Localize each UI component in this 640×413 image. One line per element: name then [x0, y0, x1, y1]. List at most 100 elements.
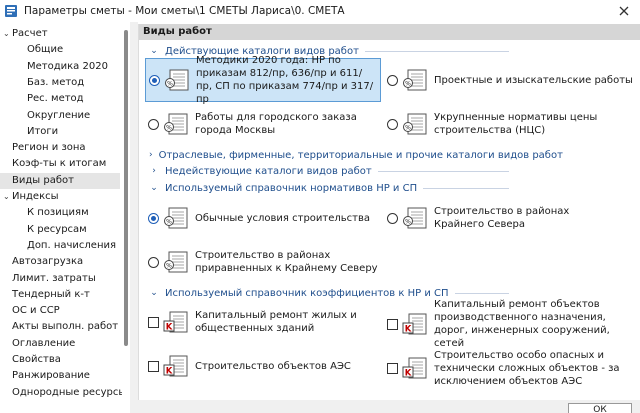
section-label: Используемый справочник нормативов НР и … [165, 182, 418, 194]
svg-text:%: % [166, 219, 172, 226]
chevron-down-icon: ⌄ [150, 183, 158, 193]
option-dangerous-objects[interactable]: K Строительство особо опасных и техничес… [387, 348, 637, 388]
sidebar-item[interactable]: Баз. метод [27, 75, 84, 91]
radio-button[interactable] [148, 256, 159, 268]
checkbox[interactable] [387, 362, 398, 374]
sidebar-item[interactable]: Методика 2020 [27, 59, 108, 75]
sidebar-item[interactable]: Однородные ресурсы [12, 385, 126, 401]
svg-text:%: % [166, 263, 172, 270]
section-divider [364, 50, 509, 52]
option-moscow[interactable]: % Работы для городского заказа города Мо… [148, 110, 384, 138]
coefficient-doc-icon: K [402, 313, 427, 335]
calc-doc-icon: % [403, 113, 427, 135]
section-divider [454, 292, 509, 294]
dialog-footer: ОК [138, 400, 640, 413]
svg-text:K: K [166, 323, 173, 333]
svg-text:%: % [167, 81, 173, 88]
calc-doc-icon: % [164, 207, 188, 229]
sidebar-item[interactable]: Округление [27, 108, 90, 124]
app-icon [5, 5, 17, 17]
chevron-down-icon[interactable]: ⌄ [3, 189, 10, 205]
calc-doc-icon: % [165, 69, 189, 91]
option-label: Обычные условия строительства [195, 212, 371, 224]
option-label: Проектные и изыскательские работы [434, 74, 633, 86]
scrollbar-thumb[interactable] [124, 30, 128, 346]
checkbox[interactable] [387, 318, 398, 330]
checkbox[interactable] [148, 360, 159, 372]
option-design-survey[interactable]: % Проектные и изыскательские работы [387, 66, 637, 94]
radio-button[interactable] [149, 74, 160, 86]
sidebar-item[interactable]: Акты выполн. работ [12, 319, 118, 335]
window-title: Параметры сметы - Мои сметы\1 СМЕТЫ Лари… [24, 5, 345, 17]
option-capital-housing[interactable]: K Капитальный ремонт жилых и общественны… [148, 308, 384, 336]
section-divider [377, 170, 509, 172]
close-icon[interactable] [616, 3, 632, 19]
splitter[interactable] [130, 22, 138, 413]
sidebar-item[interactable]: Оглавление [12, 336, 75, 352]
svg-text:%: % [405, 81, 411, 88]
sidebar-item[interactable]: Коэф-ты к итогам [12, 156, 106, 172]
option-label: Строительство особо опасных и технически… [434, 349, 620, 387]
option-label: Капитальный ремонт объектов производстве… [434, 299, 610, 349]
ok-button[interactable]: ОК [568, 403, 632, 413]
chevron-down-icon: ⌄ [150, 288, 158, 298]
radio-button[interactable] [148, 212, 159, 224]
option-label: Строительство объектов АЭС [195, 360, 351, 372]
option-capital-industrial[interactable]: K Капитальный ремонт объектов производст… [387, 299, 637, 349]
option-ncs[interactable]: % Укрупненные нормативы цены строительст… [387, 110, 637, 138]
sidebar-item[interactable]: ОС и ССР [12, 303, 60, 319]
panel-header: Виды работ [139, 24, 640, 40]
svg-text:K: K [166, 367, 173, 377]
section-norms-reference[interactable]: ⌄ Используемый справочник нормативов НР … [149, 181, 509, 195]
coefficient-doc-icon: K [402, 357, 427, 379]
option-equated-north[interactable]: % Строительство в районах приравненных к… [148, 248, 398, 276]
option-far-north[interactable]: % Строительство в районах Крайнего Север… [387, 204, 637, 232]
calc-doc-icon: % [403, 207, 427, 229]
checkbox[interactable] [148, 316, 159, 328]
option-label: Строительство в районах приравненных к К… [195, 250, 378, 274]
calc-doc-icon: % [164, 113, 188, 135]
option-label: Методики 2020 года: НР по приказам 812/п… [196, 55, 374, 105]
section-inactive-catalogs[interactable]: › Недействующие каталоги видов работ [149, 164, 509, 178]
sidebar: ⌄ Расчет Общие Методика 2020 Баз. метод Рес. … [0, 24, 130, 413]
option-label: Работы для городского заказа города Моск… [195, 112, 357, 136]
sidebar-item[interactable]: Автозагрузка [12, 254, 83, 270]
svg-text:K: K [405, 325, 412, 335]
sidebar-item[interactable]: Итоги [27, 124, 58, 140]
sidebar-item[interactable]: К позициям [27, 205, 89, 221]
option-label: Капитальный ремонт жилых и общественных … [195, 310, 357, 334]
option-npp[interactable]: K Строительство объектов АЭС [148, 352, 384, 380]
sidebar-item[interactable]: Тендерный к-т [12, 287, 90, 303]
radio-button[interactable] [387, 74, 398, 86]
coefficient-doc-icon: K [163, 311, 188, 333]
radio-button[interactable] [148, 118, 159, 130]
sidebar-item[interactable]: Ранжирование [12, 368, 90, 384]
radio-button[interactable] [387, 118, 398, 130]
section-label: Используемый справочник коэффициентов к … [165, 287, 449, 299]
section-label: Отраслевые, фирменные, территориальные и… [158, 149, 563, 161]
option-normal-conditions[interactable]: % Обычные условия строительства [148, 204, 384, 232]
sidebar-item[interactable]: Доп. начисления [27, 238, 116, 254]
chevron-down-icon[interactable]: ⌄ [3, 26, 10, 42]
sidebar-item[interactable]: Рес. метод [27, 91, 84, 107]
section-label: Недействующие каталоги видов работ [165, 165, 372, 177]
svg-text:%: % [405, 125, 411, 132]
sidebar-scrollbar[interactable] [122, 24, 130, 413]
coefficient-doc-icon: K [163, 355, 188, 377]
sidebar-item[interactable]: Виды работ [0, 172, 120, 189]
radio-button[interactable] [387, 212, 398, 224]
sidebar-item[interactable]: Свойства [12, 352, 61, 368]
calc-doc-icon: % [403, 69, 427, 91]
sidebar-item[interactable]: Общие [27, 42, 63, 58]
option-methods-2020[interactable]: % Методики 2020 года: НР по приказам 812… [145, 55, 381, 105]
sidebar-item[interactable]: Лимит. затраты [12, 271, 96, 287]
sidebar-item[interactable]: Расчет [12, 26, 48, 42]
chevron-right-icon: › [149, 150, 153, 160]
svg-text:%: % [166, 125, 172, 132]
svg-text:K: K [405, 369, 412, 379]
section-industry-catalogs[interactable]: › Отраслевые, фирменные, территориальные… [149, 148, 563, 162]
sidebar-item[interactable]: Регион и зона [12, 140, 86, 156]
sidebar-item[interactable]: Индексы [12, 189, 59, 205]
section-divider [423, 187, 509, 189]
sidebar-item[interactable]: К ресурсам [27, 222, 87, 238]
